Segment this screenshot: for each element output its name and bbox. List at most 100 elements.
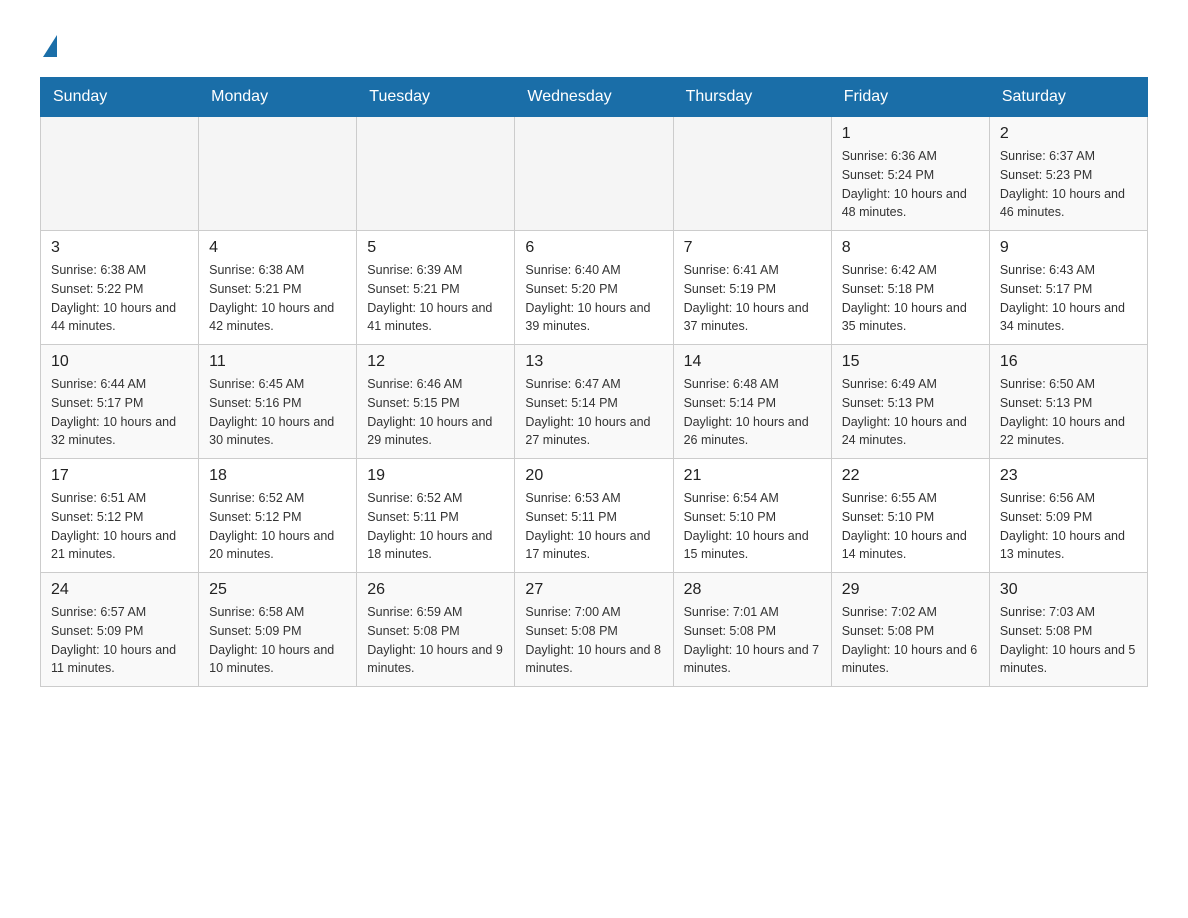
- day-info: Sunrise: 6:52 AM Sunset: 5:12 PM Dayligh…: [209, 489, 346, 564]
- day-info: Sunrise: 7:02 AM Sunset: 5:08 PM Dayligh…: [842, 603, 979, 678]
- page-header: [40, 30, 1148, 57]
- logo: [40, 30, 57, 57]
- day-number: 8: [842, 239, 979, 257]
- day-info: Sunrise: 6:58 AM Sunset: 5:09 PM Dayligh…: [209, 603, 346, 678]
- day-number: 26: [367, 581, 504, 599]
- day-info: Sunrise: 6:44 AM Sunset: 5:17 PM Dayligh…: [51, 375, 188, 450]
- calendar-cell: 25 Sunrise: 6:58 AM Sunset: 5:09 PM Dayli…: [199, 573, 357, 687]
- calendar-header-row: SundayMondayTuesdayWednesdayThursdayFrid…: [41, 78, 1148, 117]
- calendar-cell: 6 Sunrise: 6:40 AM Sunset: 5:20 PM Daylig…: [515, 231, 673, 345]
- day-number: 20: [525, 467, 662, 485]
- calendar-cell: 28 Sunrise: 7:01 AM Sunset: 5:08 PM Dayli…: [673, 573, 831, 687]
- calendar-week-row: 3 Sunrise: 6:38 AM Sunset: 5:22 PM Daylig…: [41, 231, 1148, 345]
- day-info: Sunrise: 6:50 AM Sunset: 5:13 PM Dayligh…: [1000, 375, 1137, 450]
- day-info: Sunrise: 6:52 AM Sunset: 5:11 PM Dayligh…: [367, 489, 504, 564]
- day-number: 3: [51, 239, 188, 257]
- logo-triangle-icon: [43, 35, 57, 57]
- calendar-cell: 18 Sunrise: 6:52 AM Sunset: 5:12 PM Dayli…: [199, 459, 357, 573]
- day-number: 18: [209, 467, 346, 485]
- day-number: 14: [684, 353, 821, 371]
- calendar-cell: 20Sunrise: 6:53 AM Sunset: 5:11 PM Dayli…: [515, 459, 673, 573]
- day-number: 9: [1000, 239, 1137, 257]
- calendar-cell: 12 Sunrise: 6:46 AM Sunset: 5:15 PM Dayli…: [357, 345, 515, 459]
- calendar-cell: 8 Sunrise: 6:42 AM Sunset: 5:18 PM Daylig…: [831, 231, 989, 345]
- calendar-cell: 27 Sunrise: 7:00 AM Sunset: 5:08 PM Dayli…: [515, 573, 673, 687]
- calendar-week-row: 17 Sunrise: 6:51 AM Sunset: 5:12 PM Dayli…: [41, 459, 1148, 573]
- day-number: 27: [525, 581, 662, 599]
- calendar-cell: 22 Sunrise: 6:55 AM Sunset: 5:10 PM Dayli…: [831, 459, 989, 573]
- calendar-cell: 13 Sunrise: 6:47 AM Sunset: 5:14 PM Dayli…: [515, 345, 673, 459]
- column-header-monday: Monday: [199, 78, 357, 117]
- day-number: 12: [367, 353, 504, 371]
- day-info: Sunrise: 6:41 AM Sunset: 5:19 PM Dayligh…: [684, 261, 821, 336]
- column-header-saturday: Saturday: [989, 78, 1147, 117]
- calendar-cell: 2Sunrise: 6:37 AM Sunset: 5:23 PM Daylig…: [989, 117, 1147, 231]
- calendar-cell: 17 Sunrise: 6:51 AM Sunset: 5:12 PM Dayli…: [41, 459, 199, 573]
- calendar-table: SundayMondayTuesdayWednesdayThursdayFrid…: [40, 77, 1148, 687]
- day-info: Sunrise: 6:38 AM Sunset: 5:22 PM Dayligh…: [51, 261, 188, 336]
- calendar-cell: [673, 117, 831, 231]
- day-number: 19: [367, 467, 504, 485]
- day-info: Sunrise: 6:49 AM Sunset: 5:13 PM Dayligh…: [842, 375, 979, 450]
- day-info: Sunrise: 7:00 AM Sunset: 5:08 PM Dayligh…: [525, 603, 662, 678]
- day-info: Sunrise: 6:43 AM Sunset: 5:17 PM Dayligh…: [1000, 261, 1137, 336]
- calendar-week-row: 10 Sunrise: 6:44 AM Sunset: 5:17 PM Dayli…: [41, 345, 1148, 459]
- day-number: 24: [51, 581, 188, 599]
- day-info: Sunrise: 6:46 AM Sunset: 5:15 PM Dayligh…: [367, 375, 504, 450]
- day-info: Sunrise: 6:59 AM Sunset: 5:08 PM Dayligh…: [367, 603, 504, 678]
- column-header-wednesday: Wednesday: [515, 78, 673, 117]
- day-number: 5: [367, 239, 504, 257]
- day-number: 10: [51, 353, 188, 371]
- day-number: 6: [525, 239, 662, 257]
- day-info: Sunrise: 6:36 AM Sunset: 5:24 PM Dayligh…: [842, 147, 979, 222]
- day-info: Sunrise: 6:47 AM Sunset: 5:14 PM Dayligh…: [525, 375, 662, 450]
- day-number: 28: [684, 581, 821, 599]
- day-info: Sunrise: 6:57 AM Sunset: 5:09 PM Dayligh…: [51, 603, 188, 678]
- calendar-cell: 5 Sunrise: 6:39 AM Sunset: 5:21 PM Daylig…: [357, 231, 515, 345]
- column-header-friday: Friday: [831, 78, 989, 117]
- day-number: 15: [842, 353, 979, 371]
- calendar-cell: 21Sunrise: 6:54 AM Sunset: 5:10 PM Dayli…: [673, 459, 831, 573]
- calendar-week-row: 24 Sunrise: 6:57 AM Sunset: 5:09 PM Dayli…: [41, 573, 1148, 687]
- calendar-cell: 19 Sunrise: 6:52 AM Sunset: 5:11 PM Dayli…: [357, 459, 515, 573]
- calendar-cell: 11 Sunrise: 6:45 AM Sunset: 5:16 PM Dayli…: [199, 345, 357, 459]
- calendar-cell: 23 Sunrise: 6:56 AM Sunset: 5:09 PM Dayli…: [989, 459, 1147, 573]
- calendar-cell: 16Sunrise: 6:50 AM Sunset: 5:13 PM Dayli…: [989, 345, 1147, 459]
- column-header-sunday: Sunday: [41, 78, 199, 117]
- calendar-cell: [41, 117, 199, 231]
- day-info: Sunrise: 6:56 AM Sunset: 5:09 PM Dayligh…: [1000, 489, 1137, 564]
- calendar-cell: [199, 117, 357, 231]
- calendar-cell: 1 Sunrise: 6:36 AM Sunset: 5:24 PM Daylig…: [831, 117, 989, 231]
- calendar-cell: 26 Sunrise: 6:59 AM Sunset: 5:08 PM Dayli…: [357, 573, 515, 687]
- calendar-cell: 30 Sunrise: 7:03 AM Sunset: 5:08 PM Dayli…: [989, 573, 1147, 687]
- day-info: Sunrise: 6:42 AM Sunset: 5:18 PM Dayligh…: [842, 261, 979, 336]
- day-number: 13: [525, 353, 662, 371]
- day-number: 4: [209, 239, 346, 257]
- calendar-cell: 9 Sunrise: 6:43 AM Sunset: 5:17 PM Daylig…: [989, 231, 1147, 345]
- calendar-cell: 7 Sunrise: 6:41 AM Sunset: 5:19 PM Daylig…: [673, 231, 831, 345]
- day-number: 25: [209, 581, 346, 599]
- day-info: Sunrise: 7:01 AM Sunset: 5:08 PM Dayligh…: [684, 603, 821, 678]
- day-number: 7: [684, 239, 821, 257]
- day-info: Sunrise: 7:03 AM Sunset: 5:08 PM Dayligh…: [1000, 603, 1137, 678]
- day-info: Sunrise: 6:48 AM Sunset: 5:14 PM Dayligh…: [684, 375, 821, 450]
- day-info: Sunrise: 6:40 AM Sunset: 5:20 PM Dayligh…: [525, 261, 662, 336]
- day-number: 17: [51, 467, 188, 485]
- day-number: 23: [1000, 467, 1137, 485]
- day-number: 21: [684, 467, 821, 485]
- calendar-cell: 10 Sunrise: 6:44 AM Sunset: 5:17 PM Dayli…: [41, 345, 199, 459]
- day-number: 22: [842, 467, 979, 485]
- day-info: Sunrise: 6:55 AM Sunset: 5:10 PM Dayligh…: [842, 489, 979, 564]
- day-number: 2: [1000, 125, 1137, 143]
- calendar-cell: [515, 117, 673, 231]
- day-info: Sunrise: 6:45 AM Sunset: 5:16 PM Dayligh…: [209, 375, 346, 450]
- calendar-week-row: 1 Sunrise: 6:36 AM Sunset: 5:24 PM Daylig…: [41, 117, 1148, 231]
- day-info: Sunrise: 6:39 AM Sunset: 5:21 PM Dayligh…: [367, 261, 504, 336]
- day-number: 30: [1000, 581, 1137, 599]
- day-number: 1: [842, 125, 979, 143]
- column-header-tuesday: Tuesday: [357, 78, 515, 117]
- calendar-cell: [357, 117, 515, 231]
- calendar-cell: 14 Sunrise: 6:48 AM Sunset: 5:14 PM Dayli…: [673, 345, 831, 459]
- day-number: 11: [209, 353, 346, 371]
- day-info: Sunrise: 6:51 AM Sunset: 5:12 PM Dayligh…: [51, 489, 188, 564]
